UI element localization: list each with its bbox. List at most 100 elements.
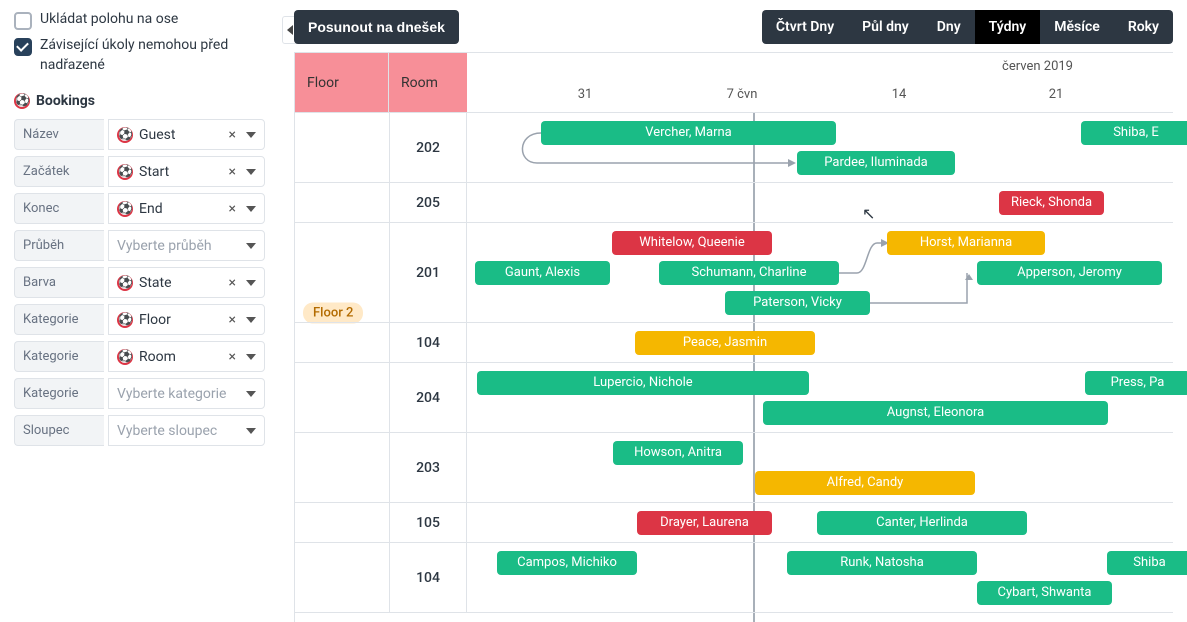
room-label: 105: [389, 503, 467, 542]
gantt-bar[interactable]: Runk, Natosha: [787, 551, 977, 575]
gantt-row: 205Rieck, Shonda: [295, 183, 1173, 223]
gantt-row: 203Howson, AnitraAlfred, Candy: [295, 433, 1173, 503]
gantt-bar[interactable]: Shiba, E: [1081, 121, 1187, 145]
config-select[interactable]: Guest ×: [108, 119, 265, 150]
config-label: Barva: [14, 267, 104, 298]
gantt-bar[interactable]: Howson, Anitra: [613, 441, 743, 465]
chevron-down-icon: [246, 428, 256, 434]
gantt-bar[interactable]: Vercher, Marna: [541, 121, 836, 145]
config-row-8: SloupecVyberte sloupec: [14, 415, 265, 446]
config-label: Název: [14, 119, 104, 150]
gantt-row: 201Whitelow, QueenieHorst, MariannaGaunt…: [295, 223, 1173, 323]
zoom-tabs: Čtvrt DnyPůl dnyDnyTýdnyMěsíceRoky: [762, 10, 1173, 44]
config-select[interactable]: Room ×: [108, 341, 265, 372]
gantt-bar[interactable]: Pardee, Iluminada: [797, 151, 955, 175]
checkbox-dependent-label: Závisející úkoly nemohou před nadřazené: [40, 36, 265, 75]
gantt-bar[interactable]: Peace, Jasmin: [635, 331, 815, 355]
gantt-row: 105 Drayer, Laurena Canter, Herlinda: [295, 503, 1173, 543]
room-label: 104: [389, 323, 467, 362]
zoom-tab-dny[interactable]: Dny: [923, 10, 975, 44]
zoom-tab-roky[interactable]: Roky: [1114, 10, 1173, 44]
config-select[interactable]: End×: [108, 193, 265, 224]
config-select[interactable]: Floor ×: [108, 304, 265, 335]
config-label: Kategorie: [14, 341, 104, 372]
clear-icon[interactable]: ×: [227, 127, 238, 143]
config-row-1: Začátek Start ×: [14, 156, 265, 187]
gantt-bar[interactable]: Schumann, Charline: [659, 261, 839, 285]
gantt-bar[interactable]: Gaunt, Alexis: [475, 261, 610, 285]
table-icon: [14, 93, 30, 109]
room-label: 204: [389, 363, 467, 432]
config-value-text: Room: [139, 349, 221, 365]
clear-icon[interactable]: ×: [227, 275, 238, 291]
chevron-down-icon: [246, 132, 256, 138]
time-tick: 21: [1049, 87, 1064, 102]
table-icon: [117, 164, 133, 180]
room-label: 104: [389, 543, 467, 612]
table-icon: [117, 127, 133, 143]
table-icon: [117, 312, 133, 328]
config-select[interactable]: Vyberte sloupec: [108, 415, 265, 446]
gantt-row: 104Campos, MichikoRunk, NatoshaShibaCyba…: [295, 543, 1173, 613]
sidebar: Ukládat polohu na ose Závisející úkoly n…: [0, 0, 280, 622]
table-icon: [117, 349, 133, 365]
config-label: Sloupec: [14, 415, 104, 446]
gantt-bar[interactable]: Alfred, Candy: [755, 471, 975, 495]
gantt-row: 204Lupercio, NicholePress, PaAugnst, Ele…: [295, 363, 1173, 433]
scroll-to-today-button[interactable]: Posunout na dnešek: [294, 10, 459, 44]
checkbox-dependent[interactable]: [14, 38, 32, 56]
gantt-chart[interactable]: Floor Room červen 2019 317 čvn1421 Floor…: [294, 52, 1173, 622]
gantt-bar[interactable]: Canter, Herlinda: [817, 511, 1027, 535]
month-label: červen 2019: [1002, 59, 1073, 74]
config-value-text: Vyberte kategorie: [117, 386, 238, 402]
gantt-bar[interactable]: Rieck, Shonda: [999, 191, 1104, 215]
clear-icon[interactable]: ×: [227, 349, 238, 365]
zoom-tab-půl-dny[interactable]: Půl dny: [848, 10, 923, 44]
header-floor: Floor: [295, 53, 389, 113]
gantt-bar[interactable]: Horst, Marianna: [887, 231, 1045, 255]
time-tick: 7 čvn: [727, 87, 758, 102]
clear-icon[interactable]: ×: [227, 201, 238, 217]
config-select[interactable]: Start ×: [108, 156, 265, 187]
chevron-down-icon: [246, 317, 256, 323]
zoom-tab-týdny[interactable]: Týdny: [975, 10, 1041, 44]
checkbox-save-position[interactable]: [14, 12, 32, 30]
gantt-row: 104 Peace, Jasmin: [295, 323, 1173, 363]
gantt-bar[interactable]: Augnst, Eleonora: [763, 401, 1108, 425]
chevron-down-icon: [246, 169, 256, 175]
config-select[interactable]: State×: [108, 267, 265, 298]
time-tick: 31: [578, 87, 593, 102]
config-select[interactable]: Vyberte průběh: [108, 230, 265, 261]
checkbox-save-position-row[interactable]: Ukládat polohu na ose: [14, 10, 265, 30]
zoom-tab-čtvrt-dny[interactable]: Čtvrt Dny: [762, 10, 848, 44]
chevron-down-icon: [246, 391, 256, 397]
bookings-section-header: Bookings: [14, 93, 265, 109]
bookings-section-label: Bookings: [36, 93, 95, 109]
config-row-4: BarvaState×: [14, 267, 265, 298]
clear-icon[interactable]: ×: [227, 312, 238, 328]
config-select[interactable]: Vyberte kategorie: [108, 378, 265, 409]
gantt-bar[interactable]: Apperson, Jeromy: [977, 261, 1162, 285]
config-row-0: Název Guest ×: [14, 119, 265, 150]
checkbox-dependent-row[interactable]: Závisející úkoly nemohou před nadřazené: [14, 36, 265, 75]
gantt-bar[interactable]: Press, Pa: [1085, 371, 1187, 395]
chevron-down-icon: [246, 243, 256, 249]
clear-icon[interactable]: ×: [227, 164, 238, 180]
time-tick: 14: [892, 87, 907, 102]
gantt-rows: Floor 2 202Vercher, MarnaPardee, Ilumina…: [295, 113, 1173, 622]
gantt-bar[interactable]: Paterson, Vicky: [725, 291, 870, 315]
zoom-tab-měsíce[interactable]: Měsíce: [1040, 10, 1114, 44]
config-label: Začátek: [14, 156, 104, 187]
gantt-bar[interactable]: Lupercio, Nichole: [477, 371, 809, 395]
config-value-text: Start: [139, 164, 221, 180]
gantt-bar[interactable]: Whitelow, Queenie: [612, 231, 772, 255]
gantt-bar[interactable]: Drayer, Laurena: [637, 511, 772, 535]
config-label: Průběh: [14, 230, 104, 261]
gantt-bar[interactable]: Cybart, Shwanta: [977, 581, 1112, 605]
table-icon: [117, 275, 133, 291]
gantt-row: 202Vercher, MarnaPardee, IluminadaShiba,…: [295, 113, 1173, 183]
config-value-text: Guest: [139, 127, 221, 143]
config-value-text: Floor: [139, 312, 221, 328]
gantt-bar[interactable]: Campos, Michiko: [497, 551, 637, 575]
gantt-bar[interactable]: Shiba: [1107, 551, 1187, 575]
